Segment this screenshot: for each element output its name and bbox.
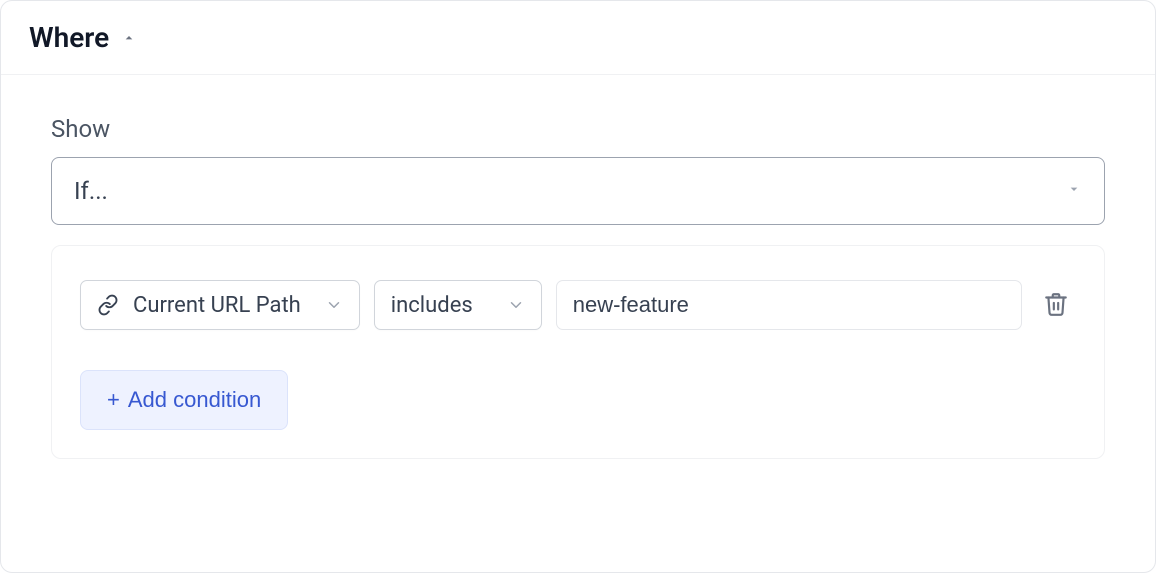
plus-icon: + [107, 387, 120, 413]
show-select[interactable]: If... [51, 157, 1105, 225]
where-panel: Where Show If... Curr [0, 0, 1156, 573]
panel-title: Where [29, 21, 109, 54]
add-condition-button[interactable]: + Add condition [80, 370, 288, 430]
chevron-down-icon [507, 296, 525, 314]
chevron-down-icon [325, 296, 343, 314]
operator-value: includes [391, 293, 473, 318]
operator-select[interactable]: includes [374, 280, 542, 330]
show-select-value: If... [74, 177, 108, 205]
trash-icon [1043, 291, 1069, 320]
add-condition-label: Add condition [128, 387, 261, 413]
caret-up-icon [121, 30, 137, 46]
delete-condition-button[interactable] [1036, 285, 1076, 325]
conditions-container: Current URL Path includes [51, 245, 1105, 459]
attribute-value: Current URL Path [133, 293, 301, 318]
condition-row: Current URL Path includes [80, 280, 1076, 330]
panel-body: Show If... Current URL Path [1, 75, 1155, 489]
link-icon [97, 294, 119, 316]
attribute-select[interactable]: Current URL Path [80, 280, 360, 330]
caret-down-icon [1066, 181, 1082, 201]
show-label: Show [51, 115, 1105, 143]
condition-value-input[interactable] [556, 280, 1022, 330]
panel-header[interactable]: Where [1, 1, 1155, 75]
